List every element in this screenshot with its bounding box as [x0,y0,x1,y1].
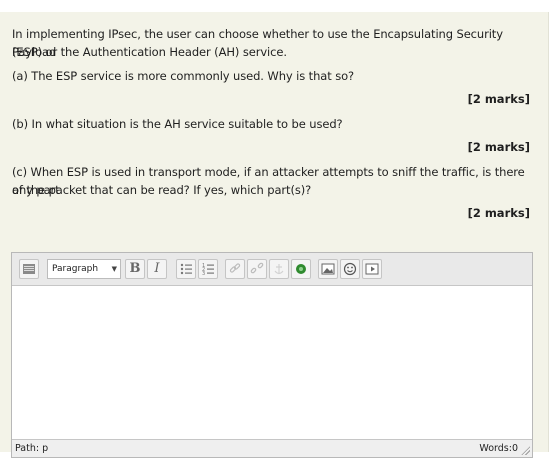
part-b-marks: [2 marks] [467,140,530,154]
unlink-icon[interactable] [247,259,267,279]
word-count: Words:0 [479,443,518,454]
italic-button[interactable]: I [147,259,167,279]
question-part-a: (a) The ESP service is more commonly use… [12,69,355,83]
svg-text:3: 3 [202,271,205,277]
editor-statusbar: Path: p Words:0 [12,439,532,457]
insert-image-icon[interactable] [318,259,338,279]
toolbar-toggle-icon[interactable] [19,259,39,279]
insert-media-icon[interactable] [362,259,382,279]
anchor-icon[interactable] [269,259,289,279]
question-part-c-line2: of the packet that can be read? If yes, … [12,183,312,197]
bold-button[interactable]: B [125,259,145,279]
emoticon-icon[interactable] [340,259,360,279]
question-intro-line2: (ESP) or the Authentication Header (AH) … [12,45,287,59]
editor-toolbar: Paragraph ▼ B I 123 [12,253,532,286]
embed-media-icon[interactable] [291,259,311,279]
chevron-down-icon: ▼ [111,265,117,273]
format-select-value: Paragraph [52,264,99,274]
part-a-marks: [2 marks] [467,92,530,106]
answer-editor: Paragraph ▼ B I 123 Path: p Words:0 [11,252,533,458]
question-part-b: (b) In what situation is the AH service … [12,117,343,131]
answer-text-area[interactable] [12,286,532,439]
part-c-marks: [2 marks] [467,206,530,220]
numbered-list-icon[interactable]: 123 [198,259,218,279]
bullet-list-icon[interactable] [176,259,196,279]
format-select[interactable]: Paragraph ▼ [47,259,121,279]
link-icon[interactable] [225,259,245,279]
element-path: Path: p [15,443,49,454]
question-card: In implementing IPsec, the user can choo… [0,12,549,458]
